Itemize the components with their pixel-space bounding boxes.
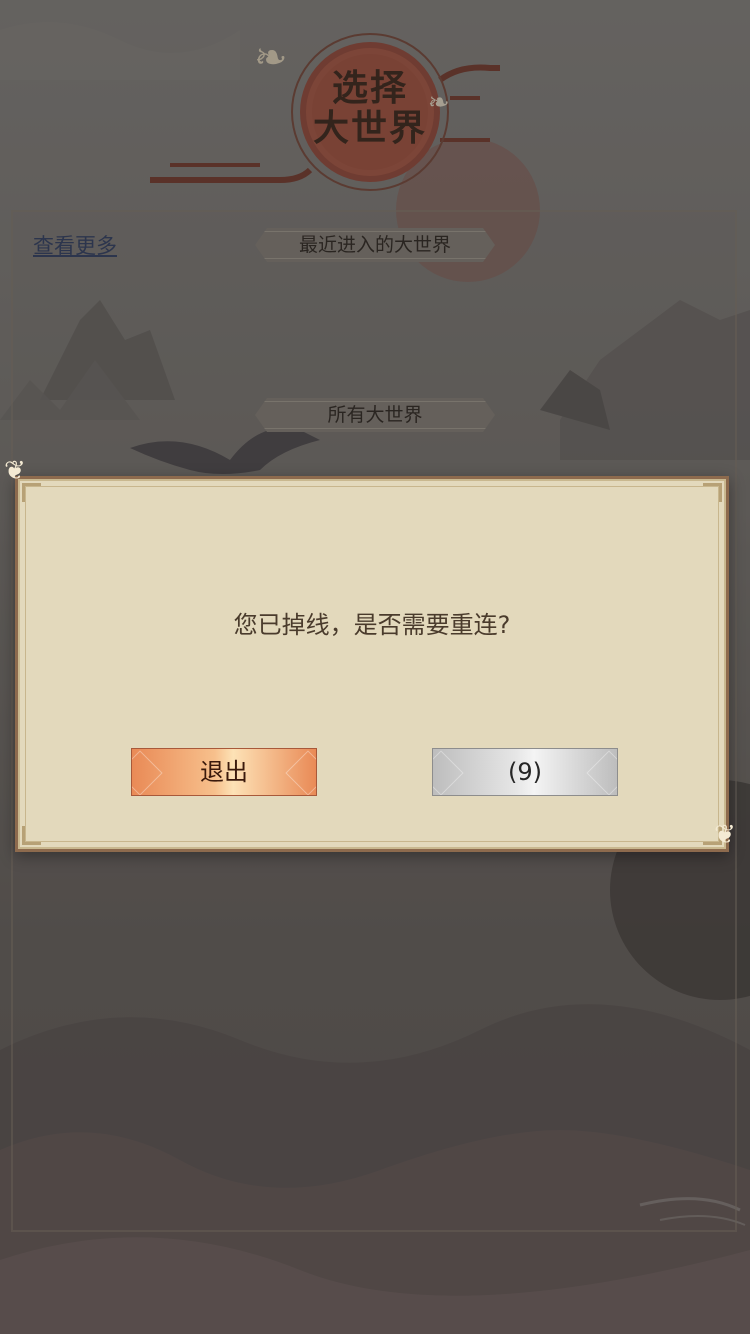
exit-button-label: 退出 bbox=[200, 758, 248, 786]
dialog-message: 您已掉线，是否需要重连? bbox=[233, 611, 511, 639]
corner-ornament bbox=[22, 826, 41, 845]
reconnect-button-label: (9) bbox=[508, 758, 542, 786]
reconnect-button[interactable]: (9) bbox=[432, 748, 618, 796]
butterfly-icon: ❦ bbox=[714, 820, 736, 850]
exit-button[interactable]: 退出 bbox=[131, 748, 317, 796]
butterfly-icon: ❦ bbox=[4, 456, 26, 486]
disconnect-dialog: 您已掉线，是否需要重连? 退出 (9) bbox=[15, 476, 729, 852]
corner-ornament bbox=[703, 483, 722, 502]
